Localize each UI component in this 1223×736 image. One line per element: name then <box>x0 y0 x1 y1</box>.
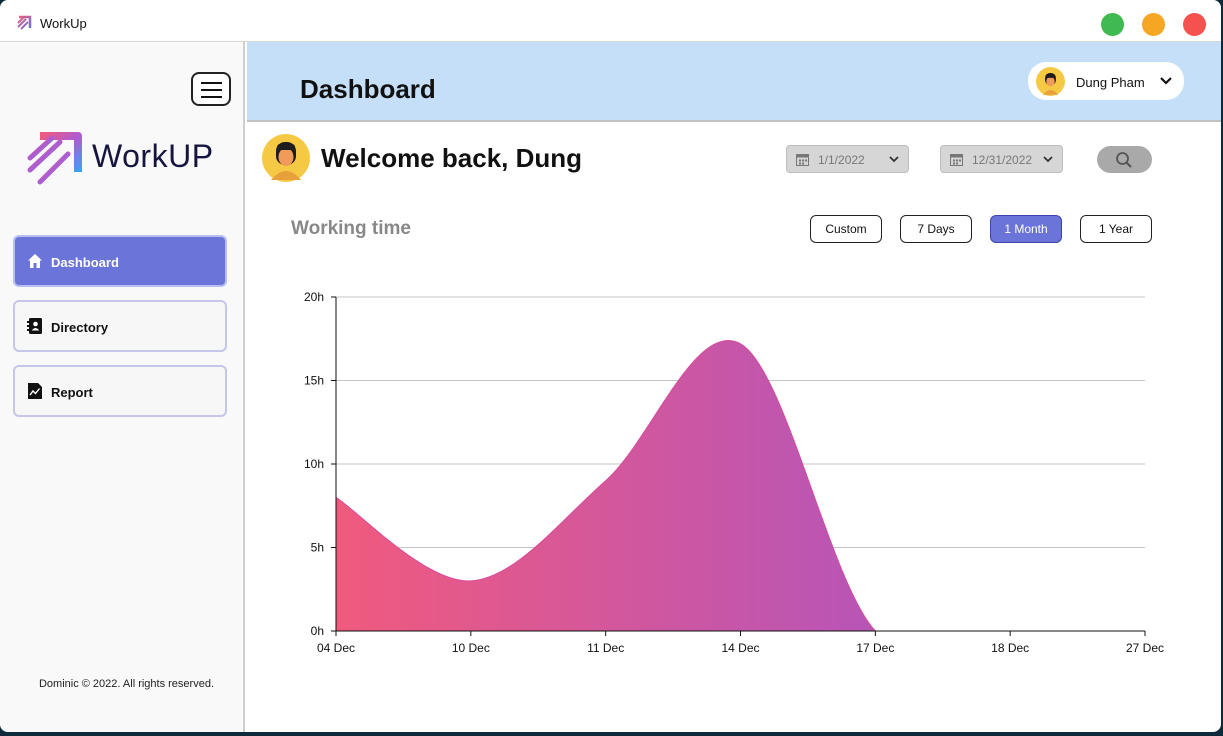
user-name: Dung Pham <box>1076 75 1145 90</box>
x-tick-label: 11 Dec <box>587 641 624 655</box>
section-title: Working time <box>291 218 411 239</box>
menu-toggle-button[interactable] <box>191 72 231 106</box>
window-title: WorkUp <box>40 16 87 31</box>
close-button[interactable] <box>1183 13 1206 36</box>
avatar <box>1036 67 1065 96</box>
user-menu-button[interactable]: Dung Pham <box>1028 62 1184 100</box>
x-tick-label: 04 Dec <box>317 641 355 655</box>
start-date-picker[interactable]: 1/1/2022 <box>786 145 909 173</box>
maximize-button[interactable] <box>1101 13 1124 36</box>
brand-logo: WorkUP <box>26 130 226 190</box>
x-tick-label: 10 Dec <box>452 641 490 655</box>
sidebar: WorkUP Dashboard Directory Report Domini… <box>0 42 245 732</box>
start-date-value: 1/1/2022 <box>818 153 865 167</box>
contacts-book-icon <box>27 318 42 334</box>
range-1-month-button[interactable]: 1 Month <box>990 215 1062 243</box>
hamburger-icon <box>201 82 222 84</box>
x-tick-label: 17 Dec <box>856 641 894 655</box>
y-tick-label: 5h <box>311 541 324 555</box>
chevron-down-icon <box>1160 77 1172 85</box>
avatar <box>262 134 310 182</box>
minimize-button[interactable] <box>1142 13 1165 36</box>
series-area <box>336 340 1145 631</box>
range-custom-button[interactable]: Custom <box>810 215 882 243</box>
end-date-picker[interactable]: 12/31/2022 <box>940 145 1063 173</box>
y-tick-label: 15h <box>304 374 324 388</box>
y-tick-label: 0h <box>311 624 324 638</box>
sidebar-item-label: Directory <box>51 320 109 335</box>
copyright-text: Dominic © 2022. All rights reserved. <box>38 678 214 690</box>
calendar-icon <box>950 154 963 166</box>
y-tick-label: 20h <box>304 290 324 304</box>
working-time-chart: 0h 5h 10h 15h 20h 04 Dec 10 Dec 11 Dec 14 Dec 17 … <box>304 290 1164 655</box>
app-logo-icon <box>17 15 32 30</box>
sidebar-item-label: Dashboard <box>51 255 119 270</box>
welcome-heading: Welcome back, Dung <box>321 143 583 173</box>
home-icon <box>28 254 42 268</box>
x-tick-label: 14 Dec <box>721 641 759 655</box>
x-tick-label: 18 Dec <box>991 641 1029 655</box>
sidebar-item-label: Report <box>51 385 93 400</box>
calendar-icon <box>796 154 809 166</box>
range-7-days-button[interactable]: 7 Days <box>900 215 972 243</box>
search-button[interactable] <box>1097 146 1152 173</box>
report-file-icon <box>28 383 42 399</box>
sidebar-item-report[interactable]: Report <box>13 365 227 417</box>
sidebar-item-dashboard[interactable]: Dashboard <box>13 235 227 287</box>
range-1-year-button[interactable]: 1 Year <box>1080 215 1152 243</box>
x-tick-label: 27 Dec <box>1126 641 1164 655</box>
y-tick-label: 10h <box>304 457 324 471</box>
logo-text: WorkUP <box>92 138 214 174</box>
search-icon <box>1116 152 1132 168</box>
title-bar: WorkUp <box>0 0 1221 42</box>
header-bar: Dashboard Dung Pham <box>247 42 1221 122</box>
app-window: WorkUp WorkUP Dashboard Directory Report… <box>0 0 1221 732</box>
chevron-down-icon <box>889 156 899 163</box>
page-title: Dashboard <box>300 74 436 104</box>
workup-logo-icon <box>27 132 82 185</box>
end-date-value: 12/31/2022 <box>972 153 1033 167</box>
sidebar-item-directory[interactable]: Directory <box>13 300 227 352</box>
chevron-down-icon <box>1043 156 1053 163</box>
